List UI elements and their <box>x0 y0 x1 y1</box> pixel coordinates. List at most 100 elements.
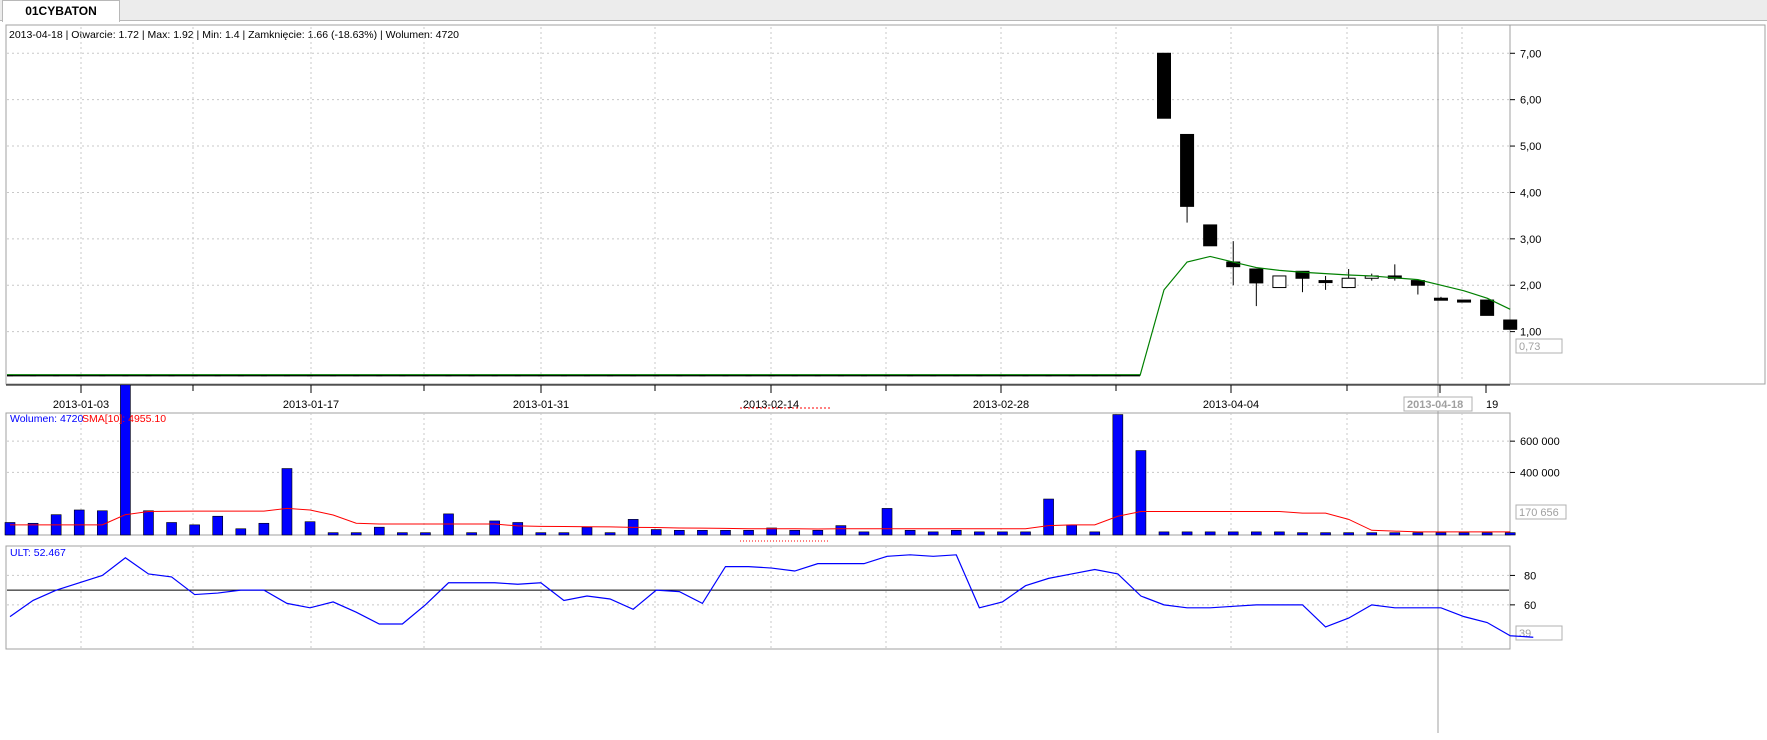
volume-bar <box>1181 531 1193 536</box>
volume-bar <box>1504 532 1516 536</box>
volume-bar <box>1066 524 1077 536</box>
volume-bar <box>1320 532 1331 536</box>
volume-bar <box>1435 532 1447 536</box>
volume-bar <box>1158 531 1170 536</box>
price-axis-strip-frame <box>1509 24 1766 385</box>
volume-bar <box>674 530 685 536</box>
tab-bar: 01CYBATON <box>0 0 1767 22</box>
price-candle-body <box>1433 297 1448 301</box>
volume-bar <box>350 532 362 536</box>
tab-01cybaton[interactable]: 01CYBATON <box>2 0 120 22</box>
volume-bar <box>258 522 270 536</box>
price-axis-tick-label: 7,00 <box>1520 48 1541 60</box>
ult-line <box>9 554 1534 638</box>
chart-area[interactable]: 2013-04-18 | Otwarcie: 1.72 | Max: 1.92 … <box>0 21 1767 735</box>
volume-bar <box>1297 532 1308 536</box>
ult-legend-label: ULT: 52.467 <box>10 547 66 559</box>
volume-bar <box>212 515 224 536</box>
volume-bar <box>235 528 247 536</box>
volume-bar <box>397 532 408 536</box>
volume-axis-tick-label: 600 000 <box>1520 436 1560 448</box>
volume-bar <box>1458 532 1470 536</box>
price-candle-body <box>1272 275 1287 289</box>
price-candle-body <box>1457 299 1472 303</box>
volume-panel-frame <box>5 412 1511 536</box>
volume-bar <box>327 532 339 536</box>
volume-bar <box>1204 531 1216 536</box>
volume-bar <box>1227 531 1239 536</box>
volume-bar <box>189 524 200 536</box>
volume-legend-label: Wolumen: 4720 <box>10 413 84 425</box>
ult-panel-frame <box>5 545 1511 650</box>
price-candle-body <box>1180 133 1195 207</box>
volume-bar <box>489 520 500 536</box>
volume-bar <box>1366 532 1378 536</box>
price-axis-tick-label: 6,00 <box>1520 95 1541 107</box>
volume-bar <box>1343 532 1354 536</box>
volume-sma-line <box>10 507 1511 533</box>
volume-bar <box>558 532 570 536</box>
volume-bar <box>512 522 524 536</box>
date-axis-label: 19 <box>1486 399 1498 411</box>
volume-sma-legend-label: SMA[10]: 4955.10 <box>82 413 166 425</box>
volume-bar <box>1112 414 1124 536</box>
volume-axis-tick-label: 400 000 <box>1520 467 1560 479</box>
volume-bar <box>1251 531 1262 536</box>
volume-bar <box>1020 531 1031 536</box>
volume-bar <box>535 532 547 536</box>
price-candle-body <box>1249 268 1264 284</box>
price-candle-body <box>1341 277 1356 289</box>
volume-bar <box>420 532 431 536</box>
price-axis-tick-label: 2,00 <box>1520 280 1541 292</box>
volume-bar <box>143 510 154 536</box>
ult-axis-tick-label: 60 <box>1524 600 1536 612</box>
volume-bar <box>950 530 962 536</box>
price-candle-body <box>1318 280 1333 284</box>
volume-bar <box>73 509 85 536</box>
volume-bar <box>650 529 662 536</box>
volume-bar <box>997 531 1008 536</box>
date-axis-label: 2013-02-14 <box>743 399 799 411</box>
price-candle-body <box>1503 319 1518 330</box>
date-axis-label: 2013-02-28 <box>973 399 1029 411</box>
volume-bar <box>1481 532 1493 536</box>
volume-bar <box>789 530 801 536</box>
chart-svg[interactable]: 2013-04-18 | Otwarcie: 1.72 | Max: 1.92 … <box>0 21 1767 735</box>
volume-bar <box>304 521 316 536</box>
volume-bar <box>1412 532 1424 536</box>
volume-bar <box>166 522 177 536</box>
volume-bar <box>281 468 293 536</box>
volume-bar <box>1274 531 1285 536</box>
price-info-line: 2013-04-18 | Otwarcie: 1.72 | Max: 1.92 … <box>9 29 459 41</box>
price-candle-body <box>1480 299 1495 316</box>
volume-bar <box>974 531 985 536</box>
volume-bar <box>858 531 870 536</box>
volume-bar <box>1089 531 1101 536</box>
volume-bar <box>697 530 708 536</box>
date-axis-label: 2013-01-03 <box>53 399 109 411</box>
price-axis-tick-label: 1,00 <box>1520 327 1541 339</box>
price-axis-tick-label: 3,00 <box>1520 234 1541 246</box>
ult-axis-tick-label: 80 <box>1524 570 1536 582</box>
volume-bar <box>1043 498 1054 536</box>
price-panel-frame <box>5 24 1511 385</box>
volume-bar <box>720 530 731 536</box>
volume-bar <box>881 508 893 536</box>
volume-bar <box>835 525 847 536</box>
price-candle-body <box>1157 52 1171 119</box>
price-last-value-label: 0,73 <box>1519 341 1540 353</box>
volume-last-value-label: 170 656 <box>1519 507 1559 519</box>
price-sma-line <box>1139 255 1511 376</box>
volume-bar <box>904 530 916 536</box>
volume-bar <box>927 531 939 536</box>
price-axis-tick-label: 5,00 <box>1520 141 1541 153</box>
date-crosshair-label: 2013-04-18 <box>1407 399 1463 411</box>
volume-bar <box>581 526 593 536</box>
price-candle-body <box>1203 224 1218 247</box>
date-axis-label: 2013-01-17 <box>283 399 339 411</box>
price-axis-tick-label: 4,00 <box>1520 187 1541 199</box>
volume-bar <box>1135 450 1147 536</box>
volume-bar <box>373 526 385 536</box>
volume-bar <box>604 532 616 536</box>
volume-bar <box>120 384 131 536</box>
